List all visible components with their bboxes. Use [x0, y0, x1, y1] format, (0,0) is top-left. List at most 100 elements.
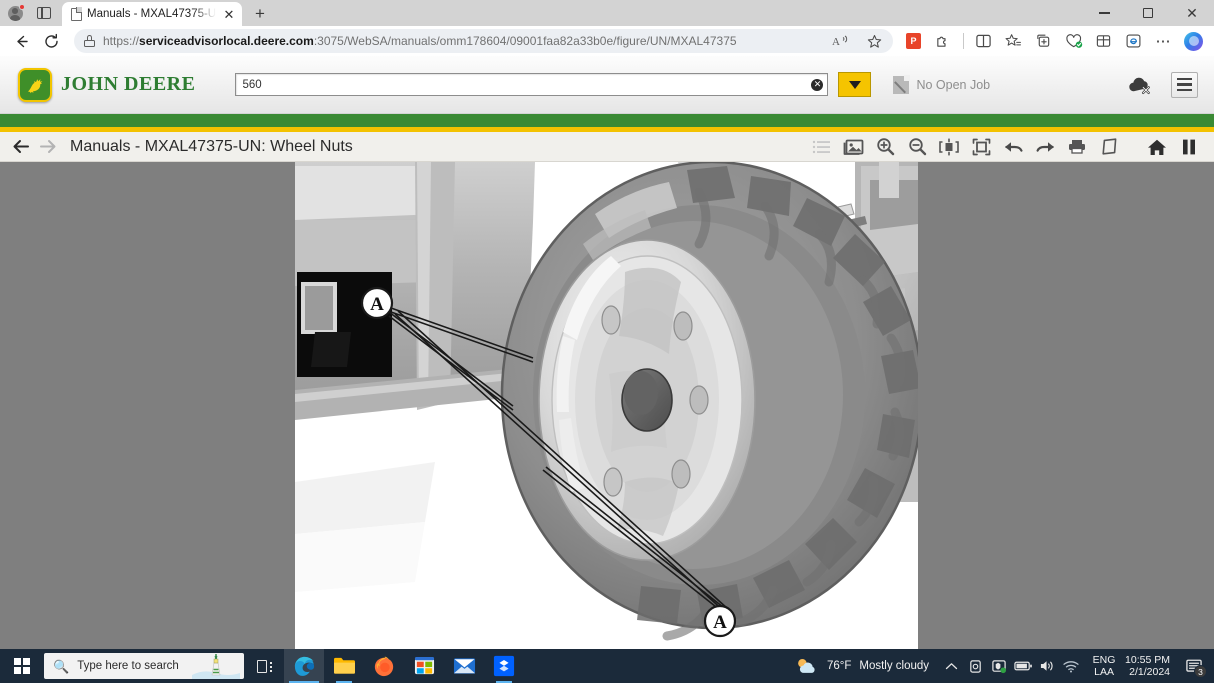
- header-actions: [1127, 72, 1202, 98]
- search-placeholder: Type here to search: [77, 660, 179, 672]
- home-icon[interactable]: [1146, 136, 1168, 158]
- volume-icon[interactable]: [1035, 649, 1059, 683]
- search-dropdown-button[interactable]: [838, 72, 871, 97]
- browser-tab-strip: Manuals - MXAL47375-UN: Whe ✕ + ✕: [0, 0, 1214, 26]
- hamburger-line: [1177, 83, 1192, 85]
- rotate-right-icon[interactable]: [1034, 136, 1056, 158]
- viewer-tool-group: [810, 136, 1206, 158]
- toolbar-divider: [963, 33, 964, 49]
- zoom-out-icon[interactable]: [906, 136, 928, 158]
- wheel-nut: [672, 460, 690, 488]
- page-icon: [71, 8, 82, 21]
- language-primary: ENG: [1093, 654, 1116, 666]
- minimize-button[interactable]: [1082, 0, 1126, 26]
- favorite-star-icon[interactable]: [861, 29, 887, 53]
- notification-center-button[interactable]: 3: [1178, 649, 1210, 683]
- copilot-icon[interactable]: [1179, 28, 1208, 54]
- file-explorer-icon[interactable]: [324, 649, 364, 683]
- app-grid-icon[interactable]: [1089, 28, 1118, 54]
- rotate-left-icon[interactable]: [1002, 136, 1024, 158]
- firefox-icon[interactable]: [364, 649, 404, 683]
- close-icon[interactable]: ✕: [221, 6, 237, 22]
- pause-icon[interactable]: [1178, 136, 1200, 158]
- favorites-icon[interactable]: [999, 28, 1028, 54]
- close-icon: ✕: [811, 79, 823, 91]
- windows-taskbar: 🔍 Type here to search: [0, 649, 1214, 683]
- wheel-nuts-illustration: A A: [295, 162, 918, 649]
- url-text: https://serviceadvisorlocal.deere.com:30…: [103, 34, 737, 48]
- security-shield-icon[interactable]: [987, 649, 1011, 683]
- brand-green-rule: [0, 114, 1214, 127]
- search-icon: 🔍: [53, 660, 69, 673]
- svg-text:A: A: [832, 36, 840, 48]
- list-view-icon[interactable]: [810, 136, 832, 158]
- puzzle-extension-icon[interactable]: [929, 28, 958, 54]
- wifi-icon[interactable]: [1059, 649, 1083, 683]
- weather-widget[interactable]: 76°F Mostly cloudy: [795, 656, 929, 676]
- clear-search-button[interactable]: ✕: [807, 74, 827, 95]
- new-tab-button[interactable]: +: [247, 2, 273, 26]
- show-hidden-icons-chevron[interactable]: [939, 649, 963, 683]
- partly-cloudy-icon: [795, 656, 819, 676]
- hamburger-line: [1177, 89, 1192, 91]
- browser-tab[interactable]: Manuals - MXAL47375-UN: Whe ✕: [62, 2, 242, 26]
- clock-date: 2/1/2024: [1129, 666, 1170, 678]
- figure-page[interactable]: A A: [295, 162, 918, 649]
- wheel-rim: [539, 240, 755, 560]
- search-box[interactable]: ✕: [235, 73, 828, 96]
- viewer-forward-button[interactable]: [34, 134, 60, 160]
- dropbox-icon[interactable]: [484, 649, 524, 683]
- image-view-icon[interactable]: [842, 136, 864, 158]
- print-icon[interactable]: [1066, 136, 1088, 158]
- url-scheme: https://: [103, 34, 139, 48]
- brand-block[interactable]: JOHN DEERE: [18, 68, 195, 102]
- mail-icon[interactable]: [444, 649, 484, 683]
- microsoft-store-icon[interactable]: [404, 649, 444, 683]
- page-curl-icon[interactable]: [1098, 136, 1120, 158]
- read-aloud-icon[interactable]: A: [827, 29, 853, 53]
- fit-width-icon[interactable]: [938, 136, 960, 158]
- reload-icon[interactable]: [36, 27, 66, 55]
- search-input[interactable]: [236, 74, 807, 95]
- fit-page-icon[interactable]: [970, 136, 992, 158]
- viewer-back-button[interactable]: [8, 134, 34, 160]
- split-screen-icon[interactable]: [969, 28, 998, 54]
- page-title: Manuals - MXAL47375-UN: Wheel Nuts: [70, 138, 353, 156]
- weather-temperature: 76°F: [827, 660, 851, 672]
- main-menu-button[interactable]: [1171, 72, 1198, 98]
- url-bar[interactable]: https://serviceadvisorlocal.deere.com:30…: [74, 29, 893, 53]
- taskbar-search[interactable]: 🔍 Type here to search: [44, 653, 244, 679]
- tab-actions-icon[interactable]: [30, 0, 58, 26]
- job-status-block[interactable]: No Open Job: [893, 76, 990, 94]
- brand-wordmark: JOHN DEERE: [61, 73, 195, 96]
- onedrive-sync-icon[interactable]: [963, 649, 987, 683]
- callout-a-upper: A: [362, 288, 392, 318]
- ie-mode-icon[interactable]: [1119, 28, 1148, 54]
- viewer-toolbar: Manuals - MXAL47375-UN: Wheel Nuts: [0, 132, 1214, 162]
- pdf-extension-icon[interactable]: P: [899, 28, 928, 54]
- browser-essentials-icon[interactable]: [1059, 28, 1088, 54]
- clock-time: 10:55 PM: [1125, 654, 1170, 666]
- profile-avatar[interactable]: [0, 0, 30, 26]
- svg-text:A: A: [713, 612, 727, 633]
- zoom-in-icon[interactable]: [874, 136, 896, 158]
- maximize-button[interactable]: [1126, 0, 1170, 26]
- lock-icon: [84, 35, 95, 47]
- settings-more-icon[interactable]: ⋯: [1149, 28, 1178, 54]
- task-view-icon[interactable]: [244, 649, 284, 683]
- wheel-nut: [602, 306, 620, 334]
- window-controls: ✕: [1082, 0, 1214, 26]
- battery-icon[interactable]: [1011, 649, 1035, 683]
- clock[interactable]: 10:55 PM 2/1/2024: [1125, 654, 1170, 678]
- browser-window: Manuals - MXAL47375-UN: Whe ✕ + ✕ https:…: [0, 0, 1214, 683]
- start-button[interactable]: [0, 649, 44, 683]
- close-window-button[interactable]: ✕: [1170, 0, 1214, 26]
- collections-icon[interactable]: [1029, 28, 1058, 54]
- edge-icon[interactable]: [284, 649, 324, 683]
- callout-a-lower: A: [705, 606, 735, 636]
- figure-viewport[interactable]: A A: [0, 162, 1214, 649]
- language-indicator[interactable]: ENG LAA: [1089, 654, 1119, 678]
- back-icon[interactable]: [6, 27, 36, 55]
- cloud-offline-icon[interactable]: [1127, 75, 1153, 95]
- chevron-down-icon: [849, 81, 861, 89]
